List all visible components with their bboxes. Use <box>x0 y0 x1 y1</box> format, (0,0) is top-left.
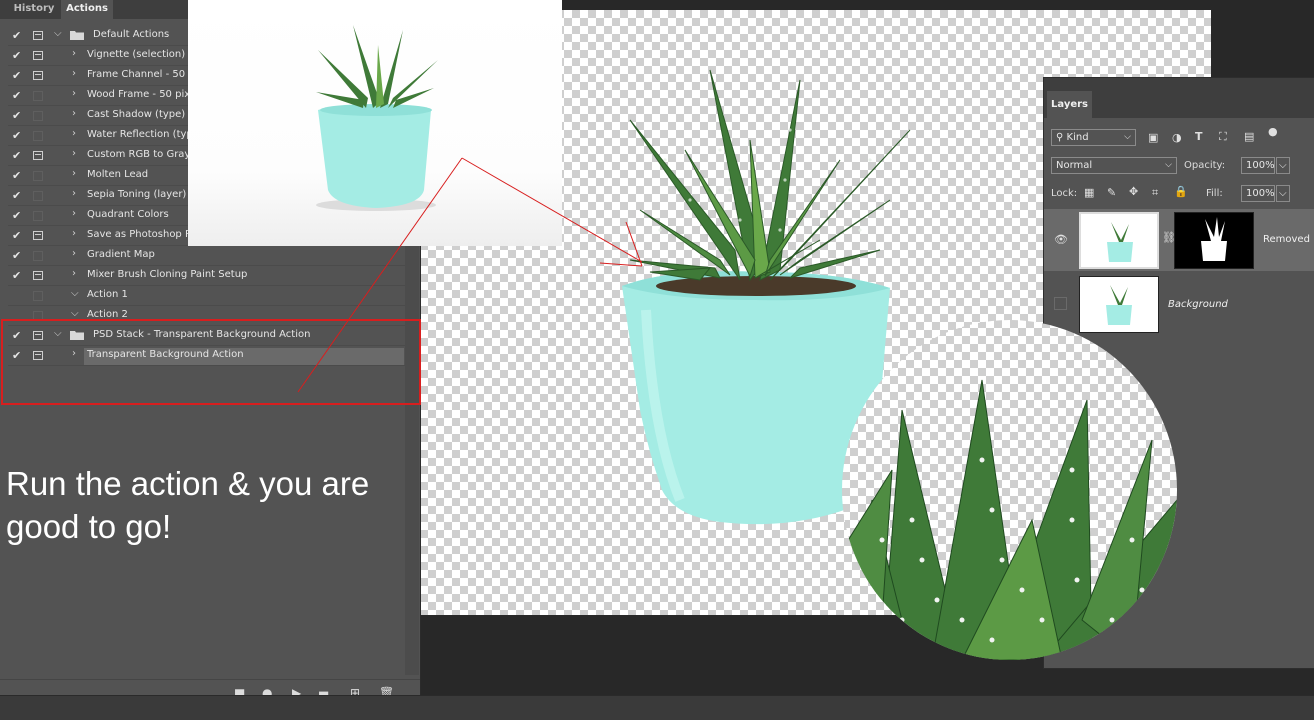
type-filter-icon[interactable]: T <box>1195 130 1203 143</box>
shape-filter-icon[interactable]: ⛶ <box>1219 130 1227 144</box>
blend-mode-value: Normal <box>1056 160 1093 171</box>
chevron-down-icon: ⌵ <box>1124 132 1131 142</box>
visibility-toggle[interactable] <box>1054 297 1067 310</box>
search-icon: ⚲ <box>1056 132 1067 143</box>
lock-position-icon[interactable]: ✥ <box>1129 185 1138 198</box>
image-filter-icon[interactable]: ▣ <box>1148 131 1158 144</box>
lock-artboard-icon[interactable]: ⌗ <box>1152 186 1158 200</box>
fill-field[interactable]: 100% <box>1241 185 1275 202</box>
fill-label: Fill: <box>1206 188 1223 199</box>
layer-row-background[interactable]: Background <box>1044 273 1314 335</box>
chevron-down-icon: ⌵ <box>1279 160 1287 171</box>
layers-tab-bar: Layers <box>1044 78 1314 118</box>
layer-thumbnail <box>1079 276 1159 333</box>
lock-pixels-icon[interactable]: ✎ <box>1107 186 1116 199</box>
opacity-dropdown[interactable]: ⌵ <box>1276 157 1290 174</box>
filter-kind-select[interactable]: ⚲ Kind ⌵ <box>1051 129 1136 146</box>
opacity-value: 100% <box>1246 160 1275 171</box>
filter-toggle-icon[interactable]: ● <box>1268 125 1278 138</box>
tab-layers[interactable]: Layers <box>1047 91 1092 118</box>
fill-dropdown[interactable]: ⌵ <box>1276 185 1290 202</box>
layer-mask-thumbnail[interactable] <box>1174 212 1254 269</box>
chevron-down-icon: ⌵ <box>1279 188 1287 199</box>
smart-object-filter-icon[interactable]: ▤ <box>1244 130 1254 143</box>
fill-value: 100% <box>1246 188 1275 199</box>
opacity-field[interactable]: 100% <box>1241 157 1275 174</box>
lock-label: Lock: <box>1051 188 1078 199</box>
lock-all-icon[interactable]: 🔒 <box>1174 185 1188 198</box>
filter-kind-value: Kind <box>1066 132 1089 143</box>
zoom-detail <box>842 320 1177 660</box>
layer-name[interactable]: Background <box>1168 299 1228 310</box>
eye-icon[interactable]: 👁 <box>1054 233 1068 246</box>
adjustment-filter-icon[interactable]: ◑ <box>1172 131 1182 144</box>
layer-thumbnail <box>1079 212 1159 269</box>
opacity-label: Opacity: <box>1184 160 1226 171</box>
chevron-down-icon: ⌵ <box>1165 160 1172 170</box>
layer-row-removed-background[interactable]: 👁 ⛓ Removed Background <box>1044 209 1314 271</box>
status-bar <box>0 695 1314 720</box>
layer-name[interactable]: Removed Background <box>1263 234 1314 245</box>
lock-transparency-icon[interactable]: ▦ <box>1084 186 1094 199</box>
blend-mode-select[interactable]: Normal ⌵ <box>1051 157 1177 174</box>
